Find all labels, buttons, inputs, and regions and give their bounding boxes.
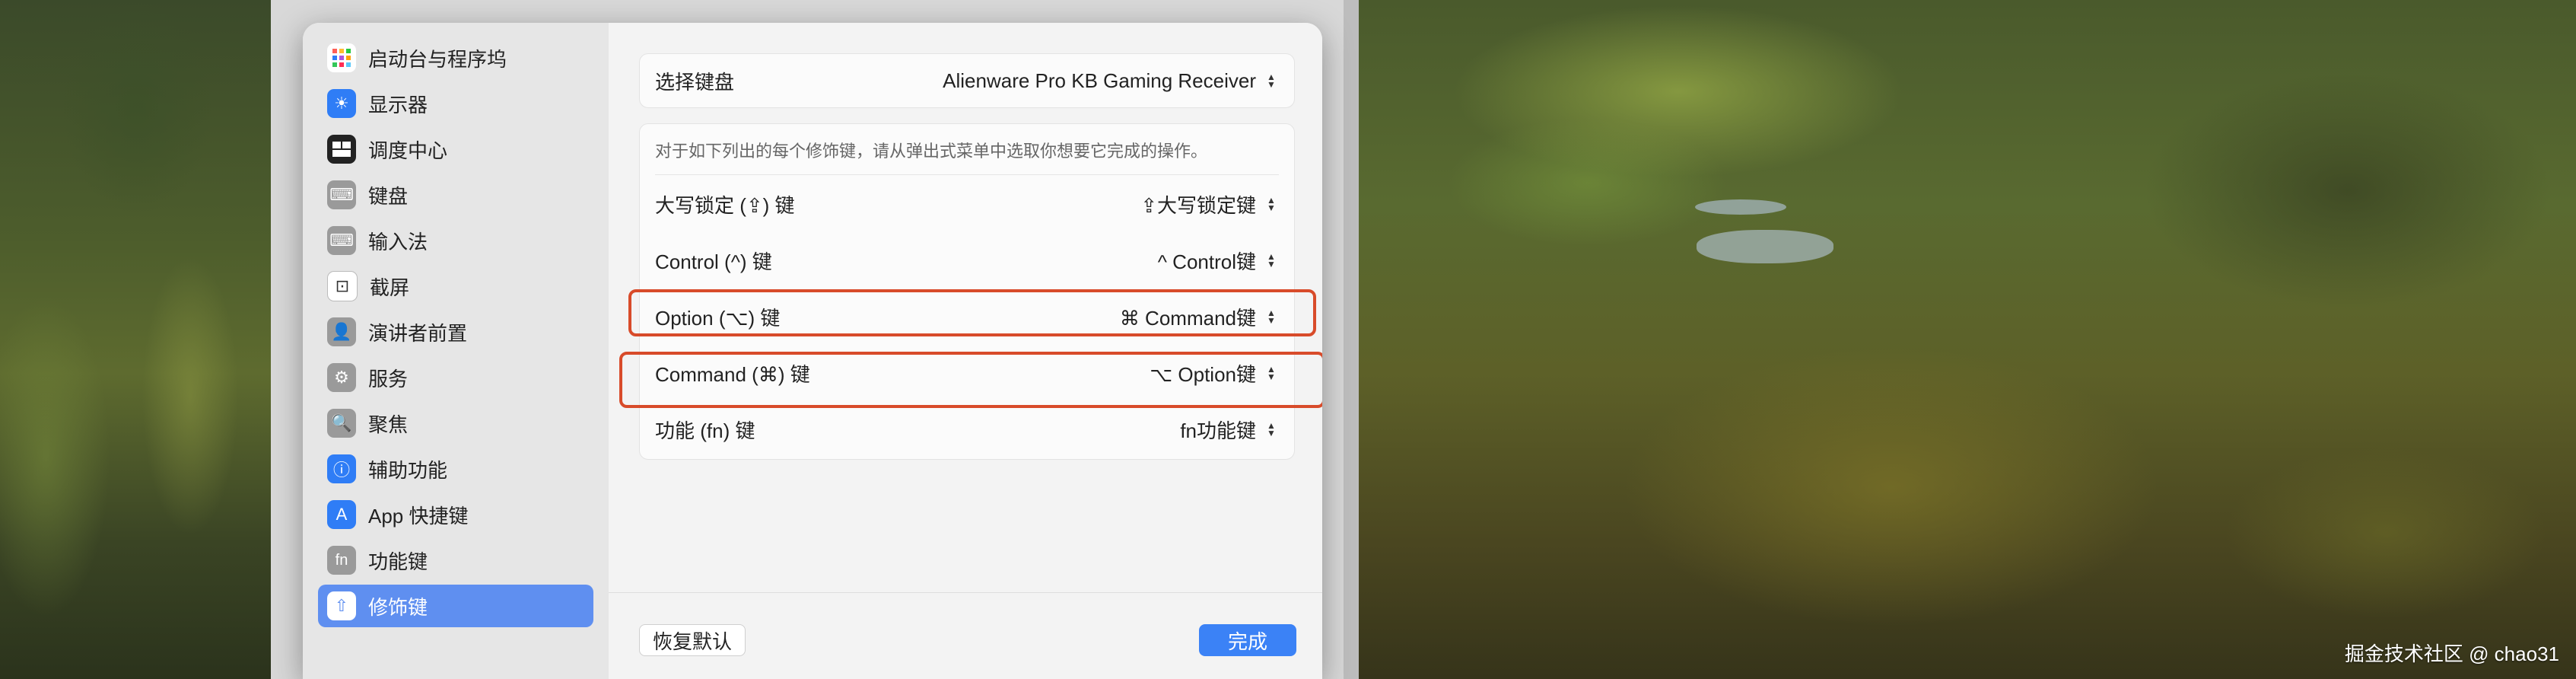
sidebar-item-label: App 快捷键 <box>368 504 469 528</box>
sidebar-item-label: 聚焦 <box>368 413 409 436</box>
modifier-keys-dialog: 启动台与程序坞 ☀ 显示器 调度中心 ⌨ 键盘 ⌨ 输入法 ⊡ 截屏 👤 演讲者… <box>303 23 1322 679</box>
screenshot-icon: ⊡ <box>327 271 358 301</box>
content-pane: 选择键盘 Alienware Pro KB Gaming Receiver ▲ ▼… <box>609 23 1322 679</box>
modifier-label: 功能 (fn) 键 <box>655 419 755 442</box>
divider <box>655 174 1279 175</box>
sidebar-item-label: 辅助功能 <box>368 458 448 482</box>
accessibility-icon: ⓘ <box>327 454 356 483</box>
modifier-popup-fn[interactable]: fn功能键 ▲ ▼ <box>1180 416 1279 444</box>
sidebar-item-label: 功能键 <box>368 550 428 573</box>
done-button[interactable]: 完成 <box>1199 624 1296 656</box>
footer-divider <box>609 592 1322 593</box>
modifier-value: ⇪大写锁定键 <box>1140 193 1256 217</box>
fn-icon: fn <box>327 546 356 575</box>
sidebar-item-screenshot[interactable]: ⊡ 截屏 <box>318 265 593 308</box>
input-method-icon: ⌨ <box>327 226 356 255</box>
wallpaper-pond <box>1697 230 1833 263</box>
annotation-highlight-command <box>619 352 1322 408</box>
spotlight-icon: 🔍 <box>327 409 356 438</box>
chevron-up-down-icon: ▲ ▼ <box>1267 251 1276 269</box>
app-store-icon: A <box>327 500 356 529</box>
sidebar-item-label: 输入法 <box>368 230 428 253</box>
sidebar-item-services[interactable]: ⚙ 服务 <box>318 356 593 399</box>
modifier-row-control: Control (^) 键 ^ Control键 ▲ ▼ <box>640 232 1294 288</box>
sidebar-item-app-shortcuts[interactable]: A App 快捷键 <box>318 493 593 536</box>
modifier-key-icon: ⇧ <box>327 591 356 620</box>
sidebar: 启动台与程序坞 ☀ 显示器 调度中心 ⌨ 键盘 ⌨ 输入法 ⊡ 截屏 👤 演讲者… <box>303 23 609 679</box>
modifier-value: ^ Control键 <box>1157 250 1256 273</box>
sidebar-item-label: 启动台与程序坞 <box>368 47 507 71</box>
sidebar-item-accessibility[interactable]: ⓘ 辅助功能 <box>318 448 593 490</box>
launchpad-icon <box>327 43 356 72</box>
sidebar-item-spotlight[interactable]: 🔍 聚焦 <box>318 402 593 445</box>
annotation-highlight-option <box>628 289 1316 336</box>
keyboard-select-value: Alienware Pro KB Gaming Receiver <box>943 69 1256 92</box>
presenter-icon: 👤 <box>327 317 356 346</box>
wallpaper-left <box>0 0 271 679</box>
wallpaper-right <box>1359 0 2576 679</box>
sidebar-item-function-keys[interactable]: fn 功能键 <box>318 539 593 582</box>
chevron-up-down-icon: ▲ ▼ <box>1267 420 1276 438</box>
sidebar-item-label: 演讲者前置 <box>368 321 468 345</box>
sidebar-item-input-method[interactable]: ⌨ 输入法 <box>318 219 593 262</box>
wallpaper-pond <box>1695 199 1786 215</box>
chevron-up-down-icon: ▲ ▼ <box>1267 195 1276 213</box>
modifier-row-caps-lock: 大写锁定 (⇪) 键 ⇪大写锁定键 ▲ ▼ <box>640 176 1294 232</box>
sidebar-item-label: 服务 <box>368 367 409 391</box>
gears-icon: ⚙ <box>327 363 356 392</box>
watermark: 掘金技术社区 @ chao31 <box>2344 642 2559 665</box>
sidebar-item-label: 修饰键 <box>368 595 428 619</box>
modifier-label: 大写锁定 (⇪) 键 <box>655 193 795 217</box>
keyboard-icon: ⌨ <box>327 180 356 209</box>
modifier-label: Control (^) 键 <box>655 250 772 273</box>
keyboard-select-label: 选择键盘 <box>655 70 735 94</box>
display-icon: ☀ <box>327 89 356 118</box>
keyboard-select-popup[interactable]: Alienware Pro KB Gaming Receiver ▲ ▼ <box>943 69 1279 93</box>
sidebar-item-mission-control[interactable]: 调度中心 <box>318 128 593 171</box>
sidebar-item-display[interactable]: ☀ 显示器 <box>318 82 593 125</box>
keyboard-select-panel: 选择键盘 Alienware Pro KB Gaming Receiver ▲ ▼ <box>639 53 1295 108</box>
sidebar-item-label: 调度中心 <box>368 139 448 162</box>
modifier-popup-control[interactable]: ^ Control键 ▲ ▼ <box>1158 247 1279 275</box>
sidebar-item-label: 截屏 <box>370 276 410 299</box>
sidebar-item-label: 键盘 <box>368 184 409 208</box>
restore-defaults-button[interactable]: 恢复默认 <box>639 624 746 656</box>
sidebar-item-launchpad[interactable]: 启动台与程序坞 <box>318 37 593 79</box>
sidebar-item-presenter[interactable]: 👤 演讲者前置 <box>318 311 593 353</box>
modifier-row-fn: 功能 (fn) 键 fn功能键 ▲ ▼ <box>640 401 1294 457</box>
modifiers-description: 对于如下列出的每个修饰键，请从弹出式菜单中选取你想要它完成的操作。 <box>655 142 1208 161</box>
window-edge <box>1344 0 1359 679</box>
mission-control-icon <box>327 135 356 164</box>
chevron-up-down-icon: ▲ ▼ <box>1267 72 1276 90</box>
modifier-popup-caps-lock[interactable]: ⇪大写锁定键 ▲ ▼ <box>1140 190 1279 218</box>
sidebar-item-modifier-keys[interactable]: ⇧ 修饰键 <box>318 585 593 627</box>
sidebar-item-label: 显示器 <box>368 93 428 116</box>
keyboard-select-row: 选择键盘 Alienware Pro KB Gaming Receiver ▲ ▼ <box>640 53 1294 109</box>
sidebar-item-keyboard[interactable]: ⌨ 键盘 <box>318 174 593 216</box>
modifier-value: fn功能键 <box>1180 419 1256 442</box>
